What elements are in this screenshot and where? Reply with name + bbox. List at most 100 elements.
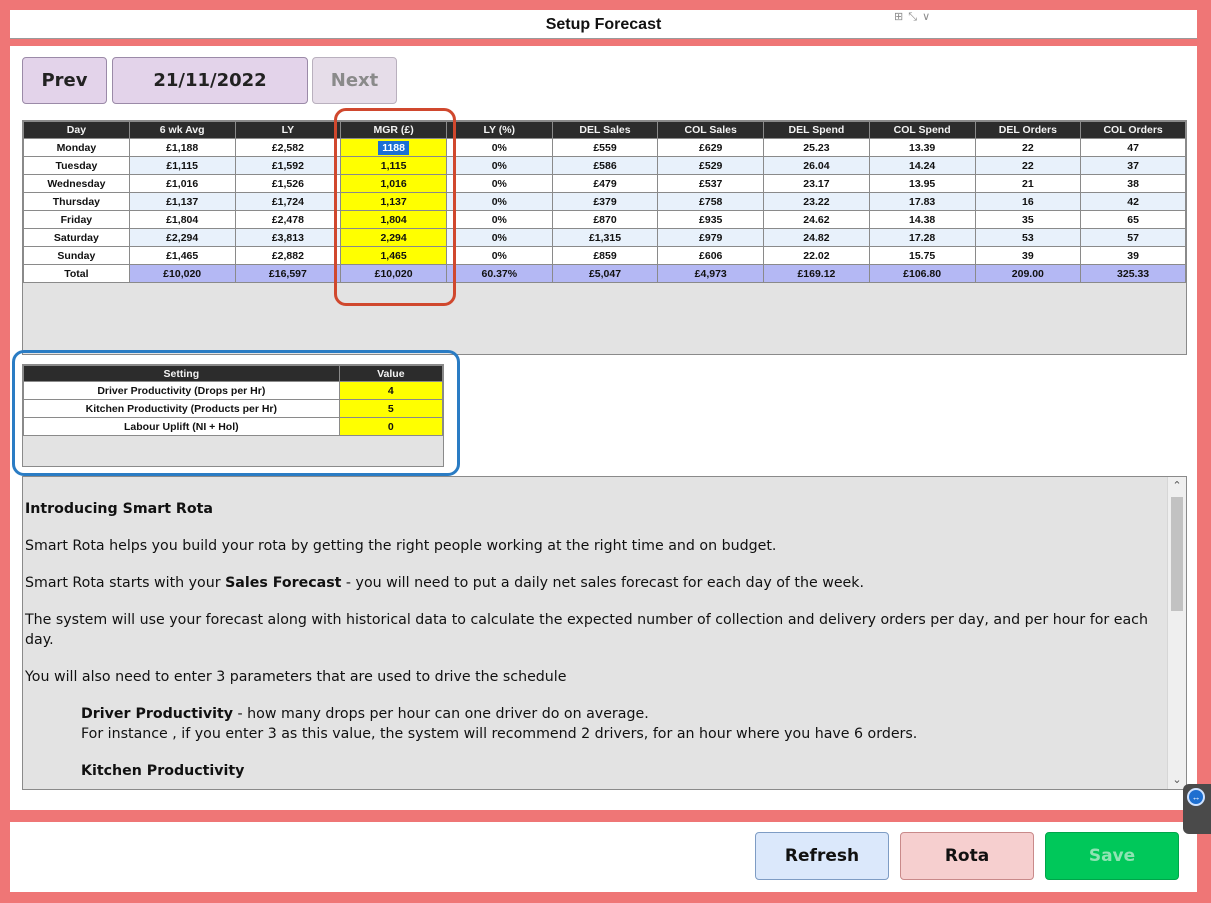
table-cell: £935 [657, 210, 765, 229]
table-cell: 15.75 [868, 246, 976, 265]
table-cell: Sunday [23, 246, 130, 265]
table-cell: 42 [1080, 192, 1186, 211]
info-scrollbar[interactable]: ⌃ ⌄ [1167, 477, 1186, 789]
table-cell: £2,478 [234, 210, 342, 229]
mgr-input-cell[interactable]: 1,016 [340, 174, 447, 193]
table-cell: Saturday [23, 228, 130, 247]
mgr-input-cell[interactable]: 1,137 [340, 192, 447, 211]
settings-panel: Setting Value Driver Productivity (Drops … [22, 364, 444, 467]
table-cell: 0% [445, 156, 553, 175]
table-row: Saturday £2,294 £3,813 2,294 0% £1,315 £979 24.… [23, 228, 1186, 247]
table-cell: 25.23 [763, 138, 870, 157]
table-cell: 23.22 [763, 192, 870, 211]
info-paragraph: Smart Rota starts with your Sales Foreca… [25, 575, 865, 591]
mgr-input-cell[interactable]: 1,465 [340, 246, 447, 265]
column-header: Day [23, 121, 130, 139]
column-header: DEL Sales [551, 121, 659, 139]
mgr-input-cell[interactable]: 1188 [340, 138, 447, 157]
table-cell: 65 [1080, 210, 1186, 229]
mgr-input-cell[interactable]: 1,115 [340, 156, 447, 175]
refresh-button[interactable]: Refresh [755, 832, 889, 880]
table-cell: £2,294 [128, 228, 236, 247]
table-cell: 38 [1080, 174, 1186, 193]
window-controls-icon[interactable]: ⊞ ⤡ ∨ [894, 10, 946, 24]
total-cell: 209.00 [974, 264, 1082, 283]
table-cell: 0% [445, 174, 553, 193]
settings-row: Labour Uplift (NI + Hol) 0 [23, 417, 444, 436]
table-row: Wednesday £1,016 £1,526 1,016 0% £479 £537 23.1… [23, 174, 1186, 193]
table-row: Friday £1,804 £2,478 1,804 0% £870 £935 24.62 14… [23, 210, 1186, 229]
table-row: Tuesday £1,115 £1,592 1,115 0% £586 £529 26.04 1… [23, 156, 1186, 175]
table-cell: 39 [974, 246, 1082, 265]
column-header: COL Spend [868, 121, 976, 139]
table-cell: £1,315 [551, 228, 659, 247]
table-cell: £1,115 [128, 156, 236, 175]
table-cell: £379 [551, 192, 659, 211]
setting-value-input[interactable]: 4 [338, 381, 444, 400]
window-title: Setup Forecast [545, 16, 662, 33]
column-header: 6 wk Avg [128, 121, 236, 139]
forecast-grid-panel: Day 6 wk Avg LY MGR (£) LY (%) DEL Sales COL S… [22, 120, 1187, 355]
table-cell: £529 [657, 156, 765, 175]
table-cell: Monday [23, 138, 130, 157]
table-cell: 39 [1080, 246, 1186, 265]
table-cell: 14.24 [868, 156, 976, 175]
table-cell: £979 [657, 228, 765, 247]
table-cell: 24.82 [763, 228, 870, 247]
driver-productivity-example: For instance , if you enter 3 as this va… [81, 726, 918, 742]
table-cell: £537 [657, 174, 765, 193]
next-button[interactable]: Next [312, 57, 397, 104]
table-cell: 22 [974, 138, 1082, 157]
total-cell: 325.33 [1080, 264, 1186, 283]
total-cell: £10,020 [340, 264, 447, 283]
date-display: 21/11/2022 [112, 57, 308, 104]
scroll-up-icon[interactable]: ⌃ [1168, 477, 1186, 495]
total-cell: £10,020 [128, 264, 236, 283]
total-cell: £169.12 [763, 264, 870, 283]
info-textbox[interactable]: Introducing Smart Rota Smart Rota helps … [22, 476, 1187, 790]
table-cell: 13.39 [868, 138, 976, 157]
settings-row: Kitchen Productivity (Products per Hr) 5 [23, 399, 444, 418]
table-cell: £2,582 [234, 138, 342, 157]
mgr-input-cell[interactable]: 2,294 [340, 228, 447, 247]
sales-forecast-term: Sales Forecast [225, 575, 342, 591]
setting-value-input[interactable]: 5 [338, 399, 444, 418]
total-cell: £16,597 [234, 264, 342, 283]
column-header: LY [234, 121, 342, 139]
mgr-input-cell[interactable]: 1,804 [340, 210, 447, 229]
prev-button[interactable]: Prev [22, 57, 107, 104]
table-cell: 17.83 [868, 192, 976, 211]
table-cell: 13.95 [868, 174, 976, 193]
table-cell: £606 [657, 246, 765, 265]
table-cell: 0% [445, 246, 553, 265]
side-tab[interactable]: ↔ [1183, 784, 1211, 834]
info-paragraph: You will also need to enter 3 parameters… [25, 669, 567, 685]
settings-table: Setting Value Driver Productivity (Drops … [23, 365, 444, 436]
table-cell: £870 [551, 210, 659, 229]
info-paragraph: Smart Rota helps you build your rota by … [25, 538, 777, 554]
table-cell: £1,137 [128, 192, 236, 211]
table-cell: £3,813 [234, 228, 342, 247]
table-cell: £1,592 [234, 156, 342, 175]
table-cell: 16 [974, 192, 1082, 211]
driver-productivity-paragraph: Driver Productivity - how many drops per… [81, 706, 649, 722]
save-button[interactable]: Save [1045, 832, 1179, 880]
title-bar: Setup Forecast ⊞ ⤡ ∨ [10, 10, 1197, 39]
table-cell: £559 [551, 138, 659, 157]
selected-text[interactable]: 1188 [378, 140, 409, 155]
setting-label: Kitchen Productivity (Products per Hr) [23, 399, 340, 418]
column-header: MGR (£) [340, 121, 447, 139]
table-cell: 26.04 [763, 156, 870, 175]
remote-support-icon[interactable]: ↔ [1187, 788, 1205, 806]
table-cell: 47 [1080, 138, 1186, 157]
scroll-thumb[interactable] [1171, 497, 1183, 611]
column-header: DEL Spend [763, 121, 870, 139]
setting-value-input[interactable]: 0 [338, 417, 444, 436]
column-header: LY (%) [445, 121, 553, 139]
table-row: Sunday £1,465 £2,882 1,465 0% £859 £606 22.02 15… [23, 246, 1186, 265]
table-cell: £479 [551, 174, 659, 193]
table-cell: Friday [23, 210, 130, 229]
rota-button[interactable]: Rota [900, 832, 1034, 880]
table-cell: 14.38 [868, 210, 976, 229]
table-cell: 35 [974, 210, 1082, 229]
